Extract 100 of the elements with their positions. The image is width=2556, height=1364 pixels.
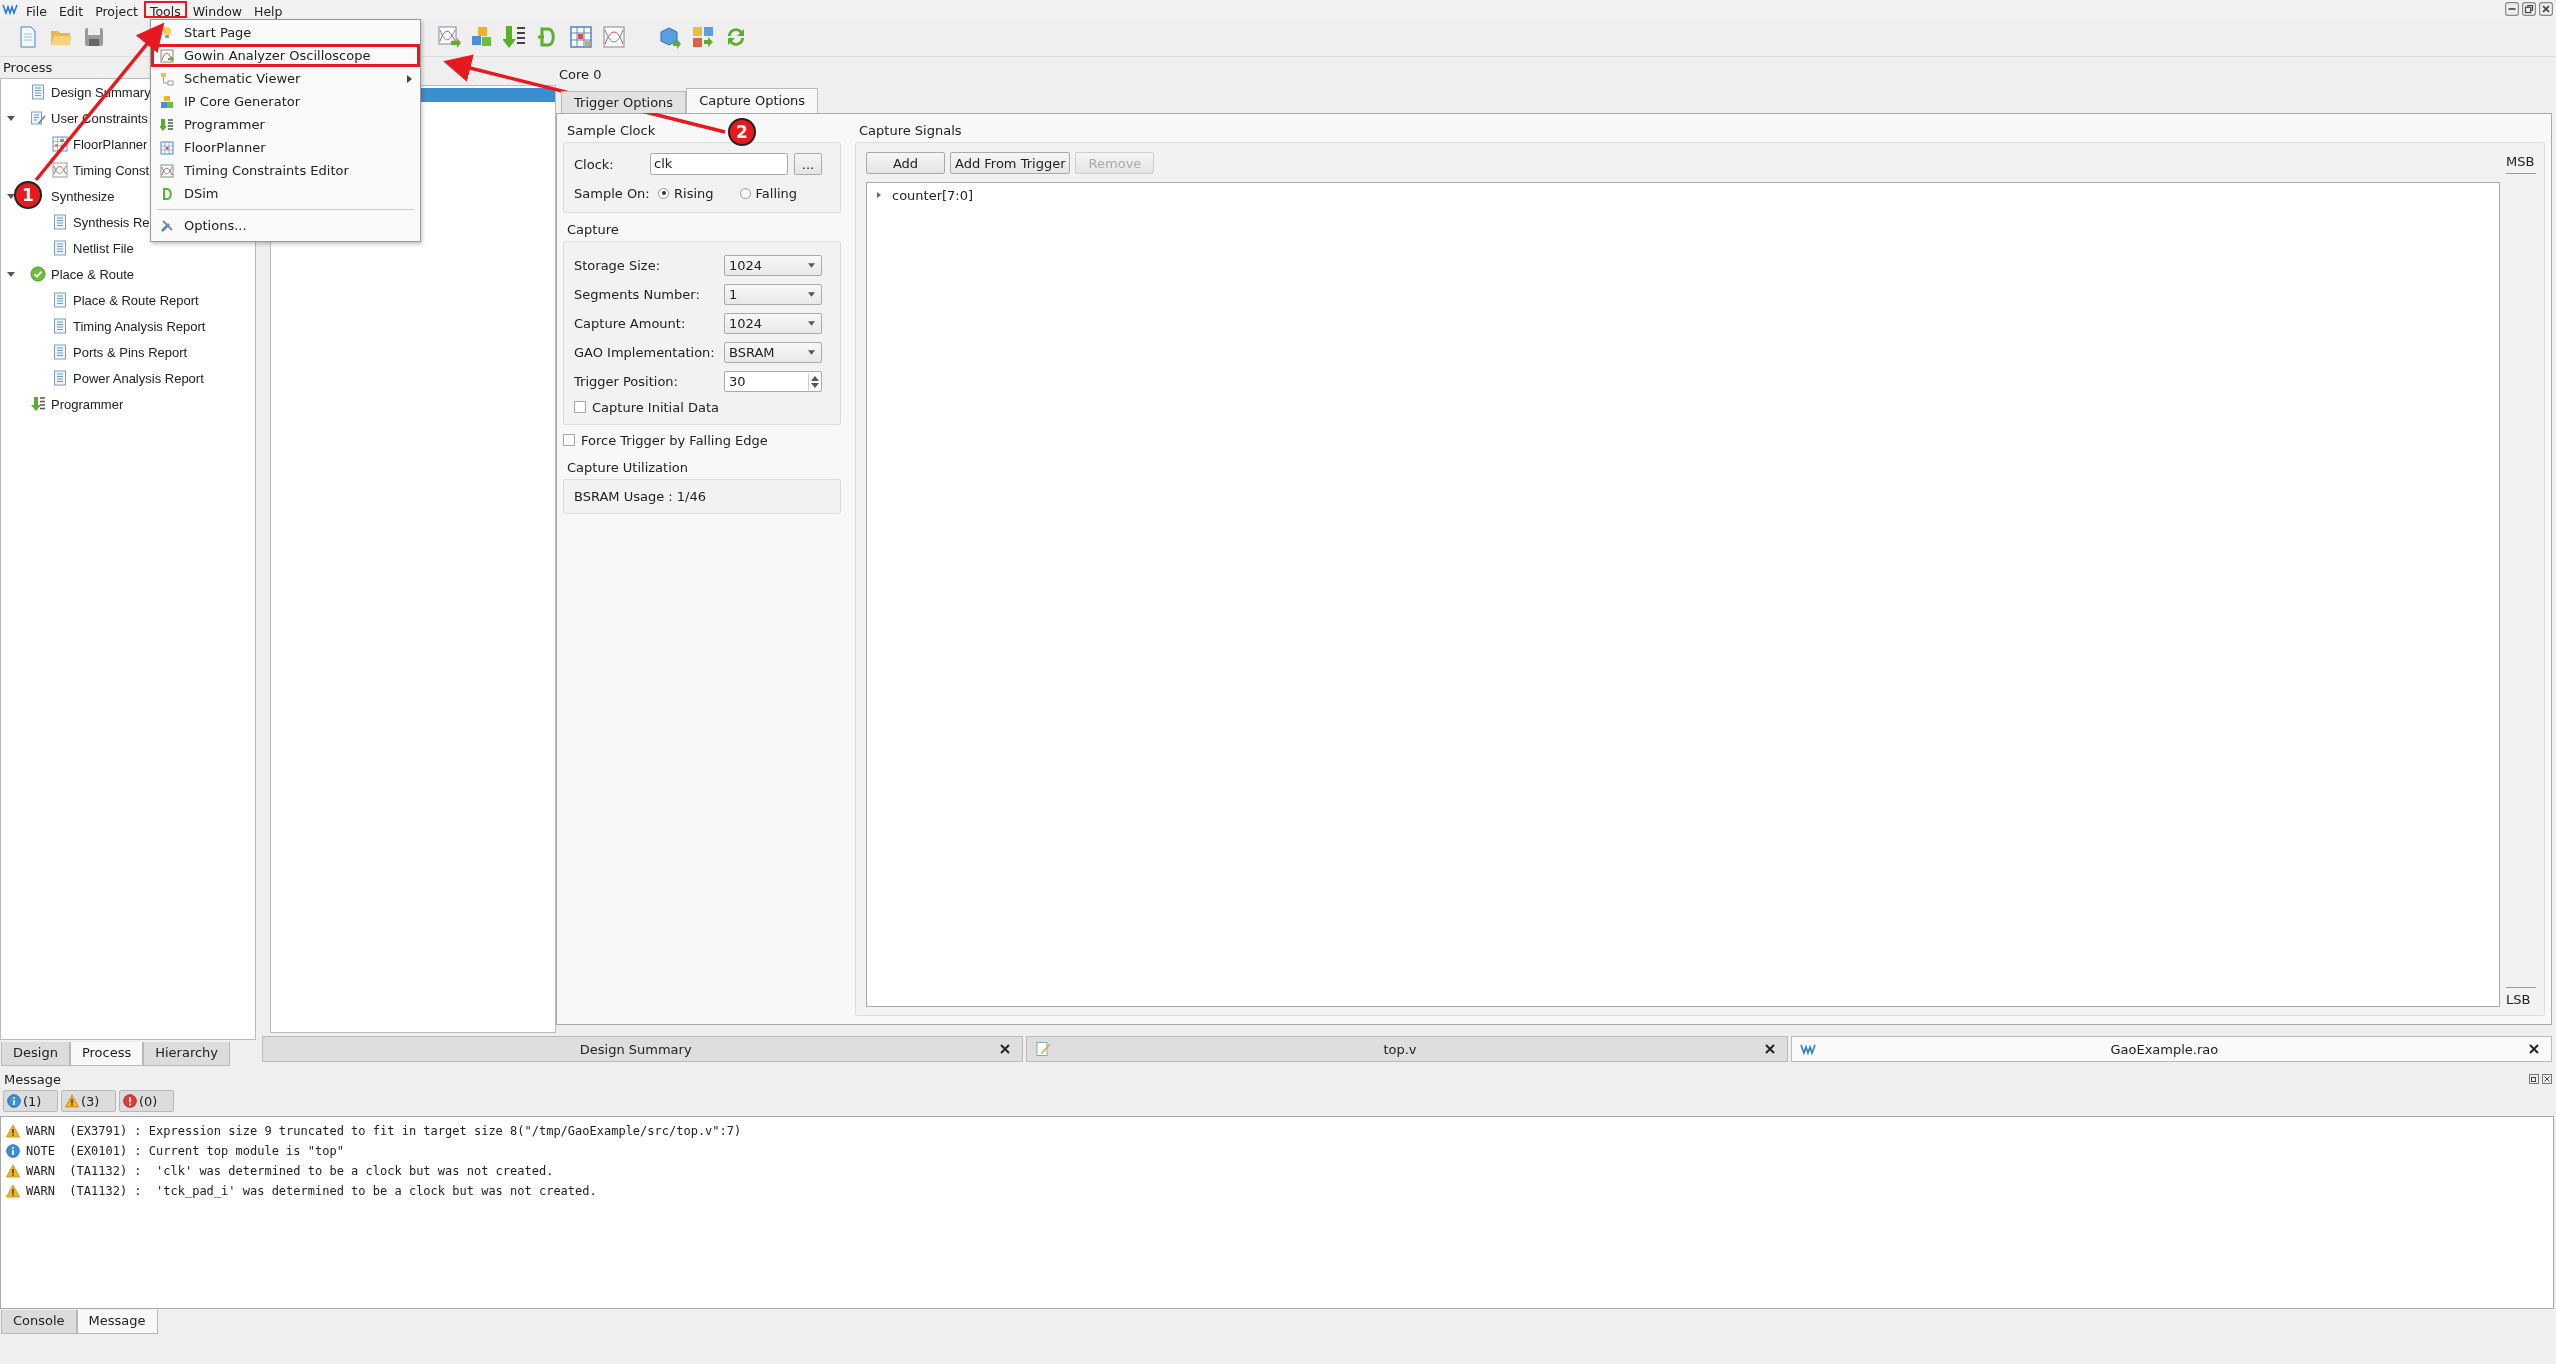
d-sim-icon [160,186,174,201]
document-icon [52,370,68,386]
menu-item[interactable]: File [20,0,53,18]
expand-arrow-icon[interactable] [7,114,15,122]
menu-item[interactable]: Schematic Viewer [151,67,420,90]
warning-icon [6,1124,20,1138]
signal-button[interactable]: Add [866,152,945,174]
filter-button[interactable]: (1) [3,1090,58,1112]
check-circle-icon [30,266,46,282]
menu-item[interactable]: Window [186,0,248,18]
panel-tab[interactable]: Message [76,1310,158,1334]
filter-button[interactable]: (0) [119,1090,174,1112]
checkbox[interactable] [563,434,575,446]
menu-item[interactable]: Tools [143,0,187,18]
panel-tab[interactable]: Hierarchy [143,1042,231,1066]
submenu-arrow-icon [407,74,412,83]
close-icon[interactable] [1000,1044,1011,1054]
grid-chart-icon [160,140,174,155]
spin-arrows-icon[interactable] [808,373,820,390]
tree-item[interactable]: Netlist File [73,240,134,256]
menu-item[interactable]: Edit [52,0,90,18]
group-title: Capture Signals [858,122,962,140]
cube-arrow-icon[interactable] [658,25,682,49]
dropdown-arrow-icon[interactable] [808,263,815,268]
checkbox-label[interactable]: Force Trigger by Falling Edge [581,432,768,448]
menu-item[interactable]: IP Core Generator [151,90,420,113]
panel-tab[interactable]: Process [69,1042,144,1066]
menu-item[interactable]: Programmer [151,113,420,136]
dropdown-arrow-icon[interactable] [808,350,815,355]
download-arrow-icon[interactable] [503,25,527,49]
dropdown-arrow-icon[interactable] [808,292,815,297]
radio-button[interactable] [658,187,669,199]
waveform-chart-icon [160,163,174,178]
document-icon [52,214,68,230]
menu-item[interactable]: Help [248,0,289,18]
expand-arrow-icon[interactable] [875,191,883,199]
save-icon[interactable] [82,25,106,49]
checkbox[interactable] [574,401,586,413]
expand-arrow-icon[interactable] [7,192,15,200]
dropdown[interactable]: 1 [724,284,822,305]
blocks-arrow-icon[interactable] [691,25,715,49]
document-pencil-icon [30,110,46,126]
core-label: Core 0 [558,66,603,84]
document-icon [52,292,68,308]
signal-item[interactable]: counter[7:0] [892,187,974,203]
menu-item[interactable]: Timing Constraints Editor [151,159,420,182]
close-icon[interactable] [2542,1074,2552,1084]
radio-label[interactable]: Rising [674,185,714,201]
message-text: WARN (EX3791) : Expression size 9 truncated to fit in target size 8("/tmp/GaoExample/src/top.v":7) [26,1124,742,1138]
document-tab[interactable]: top.v [1026,1036,1788,1062]
options-tab[interactable]: Trigger Options [561,91,687,113]
tree-item[interactable]: Power Analysis Report [73,370,204,386]
field-label: Segments Number: [574,287,701,302]
radio-label[interactable]: Falling [755,185,798,201]
expand-arrow-icon[interactable] [7,270,15,278]
tree-item[interactable]: Programmer [51,396,124,412]
menu-item[interactable]: Project [89,0,144,18]
dropdown[interactable]: 1024 [724,313,822,334]
cubes-icon [160,94,174,109]
dropdown[interactable]: BSRAM [724,342,822,363]
minimize-icon[interactable] [2505,2,2519,16]
close-icon[interactable] [2539,2,2553,16]
tree-item[interactable]: Place & Route Report [73,292,199,308]
tree-item[interactable]: FloorPlanner [73,136,148,152]
cubes-icon[interactable] [470,25,494,49]
tree-item[interactable]: Synthesis Re [73,214,150,230]
close-icon[interactable] [1764,1044,1775,1054]
browse-button[interactable]: ... [794,153,822,175]
tree-item[interactable]: Timing Analysis Report [73,318,206,334]
tree-item[interactable]: Timing Const [73,162,150,178]
clock-field[interactable]: clk [650,153,788,175]
tree-item[interactable]: Synthesize [51,188,115,204]
waveform-chart-icon [52,162,68,178]
tools-icon [160,218,174,233]
tree-item[interactable]: Place & Route [51,266,135,282]
options-tab[interactable]: Capture Options [686,88,819,113]
dropdown[interactable]: 1024 [724,255,822,276]
dropdown-arrow-icon[interactable] [808,321,815,326]
panel-tab[interactable]: Console [1,1310,77,1334]
menu-item[interactable]: FloorPlanner [151,136,420,159]
checkbox-label[interactable]: Capture Initial Data [592,399,719,415]
close-icon[interactable] [2529,1044,2539,1054]
radio-button[interactable] [739,187,751,199]
signal-button[interactable]: Add From Trigger [950,152,1071,174]
spin-box[interactable]: 30 [724,371,822,392]
menu-item[interactable]: Start Page [151,21,420,44]
waveform-chart-icon[interactable] [602,25,626,49]
grid-chart-icon[interactable] [569,25,593,49]
tree-item[interactable]: Ports & Pins Report [73,344,188,360]
chart-run-icon[interactable] [437,25,461,49]
filter-button[interactable]: (3) [61,1090,116,1112]
float-icon[interactable] [2529,1074,2539,1084]
document-tab[interactable]: GaoExample.rao [1790,1036,2552,1062]
info-icon [7,1094,21,1108]
menu-item[interactable]: DSim [151,182,420,205]
menu-item[interactable]: Options... [151,214,420,237]
restore-icon[interactable] [2522,2,2536,16]
document-tab[interactable]: Design Summary [262,1036,1024,1062]
panel-tab[interactable]: Design [1,1042,70,1066]
menu-item[interactable]: Gowin Analyzer Oscilloscope [151,44,420,67]
